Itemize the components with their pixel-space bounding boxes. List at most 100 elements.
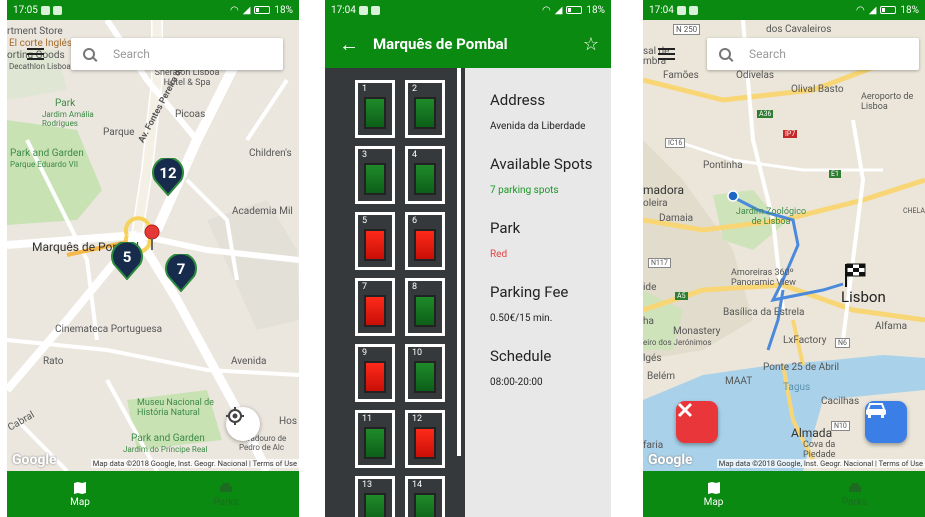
notification-icon — [52, 5, 62, 15]
parking-spot[interactable]: 1 — [355, 80, 395, 138]
map-label: madora — [643, 183, 685, 197]
map-view[interactable]: Search dos Cavaleiros N 250 sal de mbra … — [643, 20, 925, 471]
address-value: Avenida da Liberdade — [490, 121, 586, 132]
free-indicator — [364, 427, 386, 459]
parking-pin[interactable]: 5 — [111, 242, 143, 280]
map-label: Olival Basto — [791, 84, 844, 95]
bottom-navigation: Map Parks — [7, 471, 299, 517]
map-label: Jardim Amália Rodrigues — [42, 110, 94, 128]
close-icon — [677, 402, 693, 418]
parking-pin[interactable]: 7 — [165, 254, 197, 292]
location-pin-icon — [144, 224, 160, 250]
map-label: Hos — [279, 416, 297, 427]
map-label: Damaia — [659, 213, 694, 224]
parking-spot[interactable]: 10 — [405, 344, 445, 402]
status-bar: 17:04 ◠ ◢ 18% — [643, 0, 925, 20]
map-label: lgés — [643, 353, 662, 364]
road-shield: N 250 — [673, 24, 701, 35]
road-shield: A5 — [675, 292, 688, 300]
map-label: dos Cavaleiros — [766, 24, 832, 35]
parking-spot[interactable]: 8 — [405, 278, 445, 336]
my-location-button[interactable] — [226, 407, 260, 441]
cancel-route-button[interactable] — [676, 401, 718, 443]
map-label: oleira — [643, 198, 668, 209]
lot-scrollbar[interactable] — [457, 68, 461, 456]
battery-level: 18% — [900, 4, 919, 16]
map-label: LxFactory — [783, 335, 827, 346]
spot-number: 5 — [362, 216, 368, 226]
car-icon — [220, 482, 232, 492]
parking-spot[interactable]: 5 — [355, 212, 395, 270]
google-logo: Google — [648, 452, 693, 468]
search-icon — [719, 48, 731, 60]
parking-spot[interactable]: 2 — [405, 80, 445, 138]
road-shield: IC16 — [665, 138, 686, 148]
battery-icon — [566, 6, 583, 14]
free-indicator — [414, 295, 436, 327]
search-input[interactable]: Search — [113, 47, 150, 61]
signal-icon: ◢ — [554, 4, 563, 16]
parking-spot[interactable]: 6 — [405, 212, 445, 270]
map-label: Aeroporto de Lisboa — [861, 92, 914, 112]
wifi-icon: ◠ — [855, 4, 865, 16]
road-shield: N10 — [831, 421, 850, 431]
nav-map[interactable]: Map — [7, 471, 153, 517]
pin-count: 7 — [176, 260, 186, 278]
free-indicator — [414, 361, 436, 393]
parking-spot[interactable]: 7 — [355, 278, 395, 336]
parks-button[interactable] — [865, 401, 907, 443]
parking-spot[interactable]: 11 — [355, 410, 395, 468]
map-label: Sheraton Lisboa Hotel & Spa — [154, 68, 220, 88]
parking-spot[interactable]: 14 — [405, 476, 445, 517]
parking-spot[interactable]: 4 — [405, 146, 445, 204]
map-label: MAAT — [725, 376, 753, 387]
map-label: ha — [643, 316, 654, 327]
parking-spot[interactable]: 9 — [355, 344, 395, 402]
terms-link[interactable]: Terms of Use — [253, 459, 297, 468]
origin-dot-icon — [727, 190, 739, 202]
car-icon — [866, 403, 886, 418]
status-time: 17:04 — [331, 4, 356, 16]
wifi-icon: ◠ — [541, 4, 551, 16]
map-view[interactable]: Search rtment Store El corte Inglés orti… — [7, 20, 299, 471]
notification-icon — [358, 5, 368, 15]
attribution-text: Map data ©2018 Google, Inst. Geogr. Naci… — [718, 459, 874, 468]
pin-count: 12 — [159, 164, 177, 182]
menu-icon[interactable] — [27, 48, 44, 60]
parking-pin[interactable]: 12 — [152, 158, 184, 196]
address-heading: Address — [490, 91, 546, 109]
spot-number: 6 — [412, 216, 418, 226]
screen-map: 17:05 ◠ ◢ 18% Search rtment Store El cor… — [7, 0, 299, 517]
available-spots-heading: Available Spots — [490, 155, 593, 173]
notification-icon — [40, 5, 50, 15]
map-label: Parque — [103, 127, 135, 138]
car-icon — [848, 482, 861, 492]
search-bar[interactable]: Search — [707, 38, 919, 70]
search-bar[interactable]: Search — [71, 38, 283, 70]
status-time: 17:04 — [649, 4, 674, 16]
map-label: Amoreiras 360º Panoramic View — [731, 268, 796, 288]
map-label: Belém — [647, 371, 676, 382]
map-icon — [74, 481, 86, 494]
spot-number: 11 — [362, 414, 373, 424]
nav-map[interactable]: Map — [643, 471, 784, 517]
notification-icon — [676, 5, 686, 15]
nav-parks-label: Parks — [213, 496, 239, 508]
map-attribution: Map data ©2018 Google, Inst. Geogr. Naci… — [90, 459, 299, 468]
parking-spot[interactable]: 13 — [355, 476, 395, 517]
terms-link[interactable]: Terms of Use — [879, 459, 923, 468]
parking-fee-value: 0.50€/15 min. — [490, 313, 553, 324]
search-input[interactable]: Search — [749, 47, 786, 61]
screen-park-details: 17:04 ◠ ◢ 18% ← Marquês de Pombal ☆ 123456… — [325, 0, 611, 517]
nav-parks[interactable]: Parks — [153, 471, 299, 517]
map-label: Parque Eduardo VII — [10, 160, 79, 169]
spot-number: 2 — [412, 84, 418, 94]
parking-spot[interactable]: 12 — [405, 410, 445, 468]
menu-icon[interactable] — [658, 48, 675, 60]
map-label: Cacilhas — [821, 396, 860, 407]
back-arrow-icon[interactable]: ← — [325, 32, 373, 57]
favorite-star-icon[interactable]: ☆ — [571, 34, 611, 55]
status-time: 17:05 — [13, 4, 38, 16]
nav-parks[interactable]: Parks — [784, 471, 925, 517]
parking-spot[interactable]: 3 — [355, 146, 395, 204]
